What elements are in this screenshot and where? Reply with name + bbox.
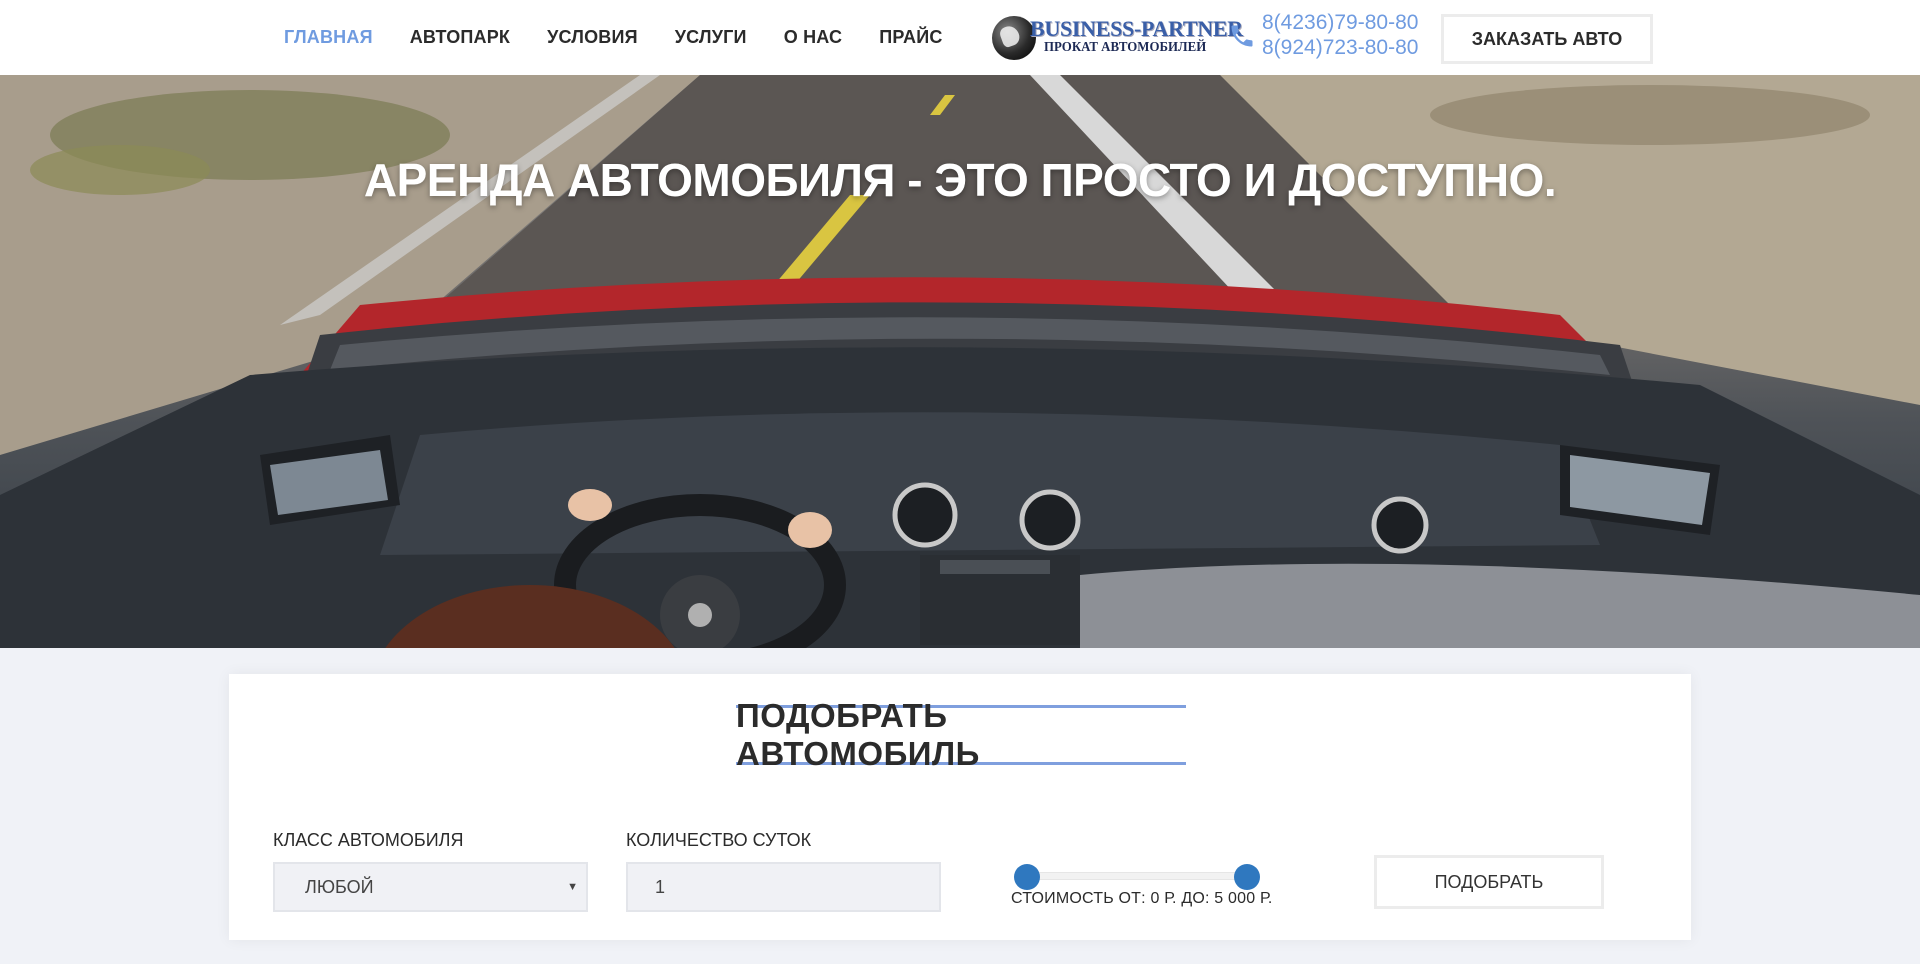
nav-item-terms[interactable]: УСЛОВИЯ [547, 27, 638, 48]
chevron-down-icon: ▼ [567, 881, 578, 893]
nav-item-fleet[interactable]: АВТОПАРК [410, 27, 510, 48]
nav-item-prices[interactable]: ПРАЙС [879, 27, 942, 48]
nav-item-services[interactable]: УСЛУГИ [675, 27, 747, 48]
price-slider-min-handle[interactable] [1014, 864, 1040, 890]
logo-line2: ПРОКАТ АВТОМОБИЛЕЙ [1044, 40, 1207, 55]
car-class-value: ЛЮБОЙ [305, 876, 374, 897]
hero-banner: АРЕНДА АВТОМОБИЛЯ - ЭТО ПРОСТО И ДОСТУПН… [0, 75, 1920, 648]
nav-item-home[interactable]: ГЛАВНАЯ [284, 27, 373, 48]
phone-numbers: 8(4236)79-80-80 8(924)723-80-80 [1262, 10, 1418, 60]
logo-line1: BUSINESS-PARTNER [1030, 16, 1243, 41]
order-car-button[interactable]: ЗАКАЗАТЬ АВТО [1441, 14, 1653, 64]
phone-number-1[interactable]: 8(4236)79-80-80 [1262, 10, 1418, 35]
car-filter-panel: ПОДОБРАТЬ АВТОМОБИЛЬ КЛАСС АВТОМОБИЛЯ ЛЮ… [229, 674, 1691, 940]
phone-number-2[interactable]: 8(924)723-80-80 [1262, 35, 1418, 60]
site-header: ГЛАВНАЯ АВТОПАРК УСЛОВИЯ УСЛУГИ О НАС ПР… [0, 0, 1920, 75]
nav-item-about[interactable]: О НАС [784, 27, 843, 48]
price-range-text: СТОИМОСТЬ ОТ: 0 Р. ДО: 5 000 Р. [1011, 890, 1273, 907]
filter-title: ПОДОБРАТЬ АВТОМОБИЛЬ [736, 697, 1186, 772]
site-logo[interactable]: BUSINESS-PARTNER ПРОКАТ АВТОМОБИЛЕЙ [992, 14, 1243, 62]
price-slider-track[interactable] [1027, 872, 1249, 880]
car-class-select[interactable]: ЛЮБОЙ ▼ [273, 862, 588, 912]
phone-icon [1231, 25, 1253, 47]
price-slider-max-handle[interactable] [1234, 864, 1260, 890]
days-value: 1 [655, 876, 666, 897]
pick-car-button[interactable]: ПОДОБРАТЬ [1374, 855, 1604, 909]
days-input[interactable]: 1 [626, 862, 941, 912]
car-class-label: КЛАСС АВТОМОБИЛЯ [273, 830, 464, 850]
main-nav: ГЛАВНАЯ АВТОПАРК УСЛОВИЯ УСЛУГИ О НАС ПР… [284, 0, 980, 75]
hero-title: АРЕНДА АВТОМОБИЛЯ - ЭТО ПРОСТО И ДОСТУПН… [363, 154, 1557, 206]
days-label: КОЛИЧЕСТВО СУТОК [626, 830, 812, 850]
